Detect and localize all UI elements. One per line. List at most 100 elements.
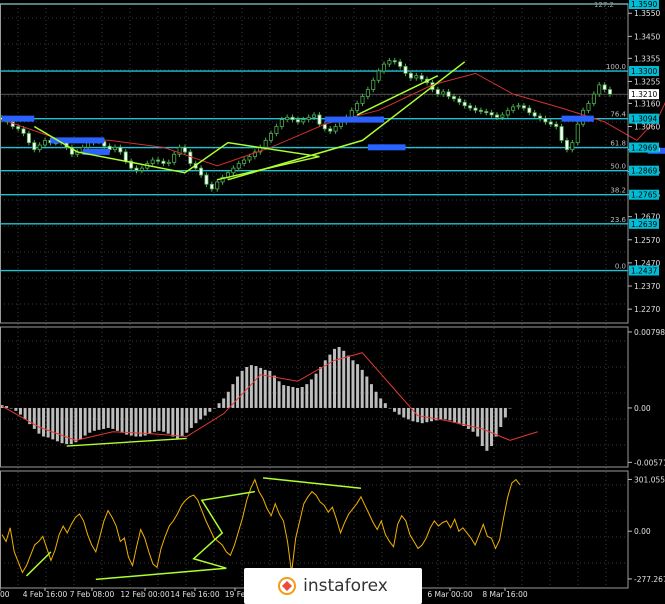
fib-tag-text: 1.2765 — [631, 191, 657, 200]
x-tick-label: 14 Feb 16:00 — [170, 590, 219, 599]
macd-bar — [425, 407, 429, 423]
macd-bar — [342, 350, 346, 408]
candle-body — [511, 106, 516, 111]
candle-body — [16, 126, 21, 130]
candle-body — [123, 151, 128, 162]
fib-tag-top-text: 1.3590 — [631, 0, 657, 9]
candle-body — [301, 119, 306, 123]
candle-body — [371, 79, 376, 90]
candle-body — [112, 146, 117, 151]
candle-body — [236, 163, 241, 169]
current-price-tag-text: 1.3210 — [631, 90, 657, 99]
macd-bar — [499, 407, 503, 427]
macd-bar — [254, 366, 258, 408]
macd-bar — [46, 407, 50, 438]
macd-bar — [379, 398, 383, 408]
macd-bar — [388, 407, 392, 409]
fib-label: 0.0 — [615, 263, 626, 271]
candle-body — [86, 142, 91, 148]
price-tick-label: 1.3060 — [634, 123, 660, 132]
macd-bar — [365, 376, 369, 408]
chart-window: 127.2 100.0 76.4 61.8 50.0 38.2 23.6 0.0 1.3550… — [0, 0, 665, 604]
fib-label: 100.0 — [606, 63, 626, 71]
candle-body — [500, 114, 505, 118]
candle-body — [403, 66, 408, 74]
macd-bar — [171, 407, 175, 437]
candle-body — [484, 111, 489, 114]
candle-body — [199, 167, 204, 176]
macd-tick-label: -0.00571 — [634, 458, 665, 467]
candle-body — [290, 116, 295, 120]
x-tick-label: 7 Feb 08:00 — [70, 590, 115, 599]
candle-body — [118, 146, 123, 153]
macd-bar — [106, 407, 110, 428]
price-tick-label: 1.3550 — [634, 9, 660, 18]
cci-line — [1, 478, 521, 574]
macd-bar — [23, 407, 27, 420]
candle-body — [608, 89, 613, 95]
macd-bar — [494, 407, 498, 437]
macd-bar — [420, 407, 424, 424]
candle-body — [21, 128, 26, 134]
candle-body — [414, 75, 419, 79]
macd-bar — [88, 407, 92, 433]
macd-bar — [199, 407, 203, 420]
fib-tag-text: 1.3094 — [631, 115, 657, 124]
macd-bar — [14, 407, 18, 411]
macd-bar — [74, 407, 78, 443]
macd-bar — [32, 407, 36, 429]
macd-bar — [300, 387, 304, 408]
macd-bar — [351, 360, 355, 408]
macd-bar — [102, 407, 106, 429]
macd-bar — [296, 387, 300, 408]
candle-body — [543, 118, 548, 123]
macd-bar — [356, 364, 360, 408]
cci-divergence-line — [262, 477, 362, 489]
candle-body — [328, 128, 333, 132]
x-tick-label: 4 Feb 16:00 — [23, 590, 68, 599]
candle-body — [150, 159, 155, 164]
x-tick-label: 8 Mar 16:00 — [482, 590, 528, 599]
macd-bar — [51, 407, 55, 440]
macd-bar — [309, 379, 313, 408]
candle-body — [532, 112, 537, 117]
candle-body — [338, 121, 343, 127]
macd-bar — [448, 407, 452, 421]
candle-body — [247, 156, 252, 161]
candle-body — [285, 116, 290, 120]
macd-bar — [360, 369, 364, 408]
macd-bar — [217, 403, 221, 408]
macd-bar — [143, 407, 147, 436]
grid-lines — [0, 4, 628, 588]
candle-body — [489, 112, 494, 116]
candle-body — [392, 60, 397, 63]
candle-body — [209, 183, 214, 190]
price-tick-label: 1.3160 — [634, 99, 660, 108]
price-tick-label: 1.3255 — [634, 77, 660, 86]
candle-body — [564, 139, 569, 151]
candle-body — [575, 123, 580, 144]
macd-bar — [129, 407, 133, 436]
macd-bar — [162, 407, 166, 432]
macd-bar — [148, 407, 152, 434]
candle-body — [478, 109, 483, 112]
candle-body — [172, 153, 177, 163]
candle-body — [134, 167, 139, 171]
macd-bar — [503, 407, 507, 418]
fib-label: 23.6 — [610, 216, 626, 224]
candle-body — [139, 167, 144, 171]
candle-body — [457, 98, 462, 103]
candle-body — [473, 107, 478, 111]
macd-bar — [323, 360, 327, 408]
cci-panel — [1, 477, 521, 581]
macd-bar — [369, 384, 373, 408]
macd-bar — [55, 407, 59, 442]
fib-label: 76.4 — [610, 111, 626, 119]
macd-bar — [111, 407, 115, 429]
candle-body — [204, 174, 209, 185]
candle-body — [548, 121, 553, 125]
candle-body — [554, 123, 559, 127]
candle-body — [295, 119, 300, 123]
macd-bar — [236, 376, 240, 408]
macd-bar — [453, 407, 457, 423]
